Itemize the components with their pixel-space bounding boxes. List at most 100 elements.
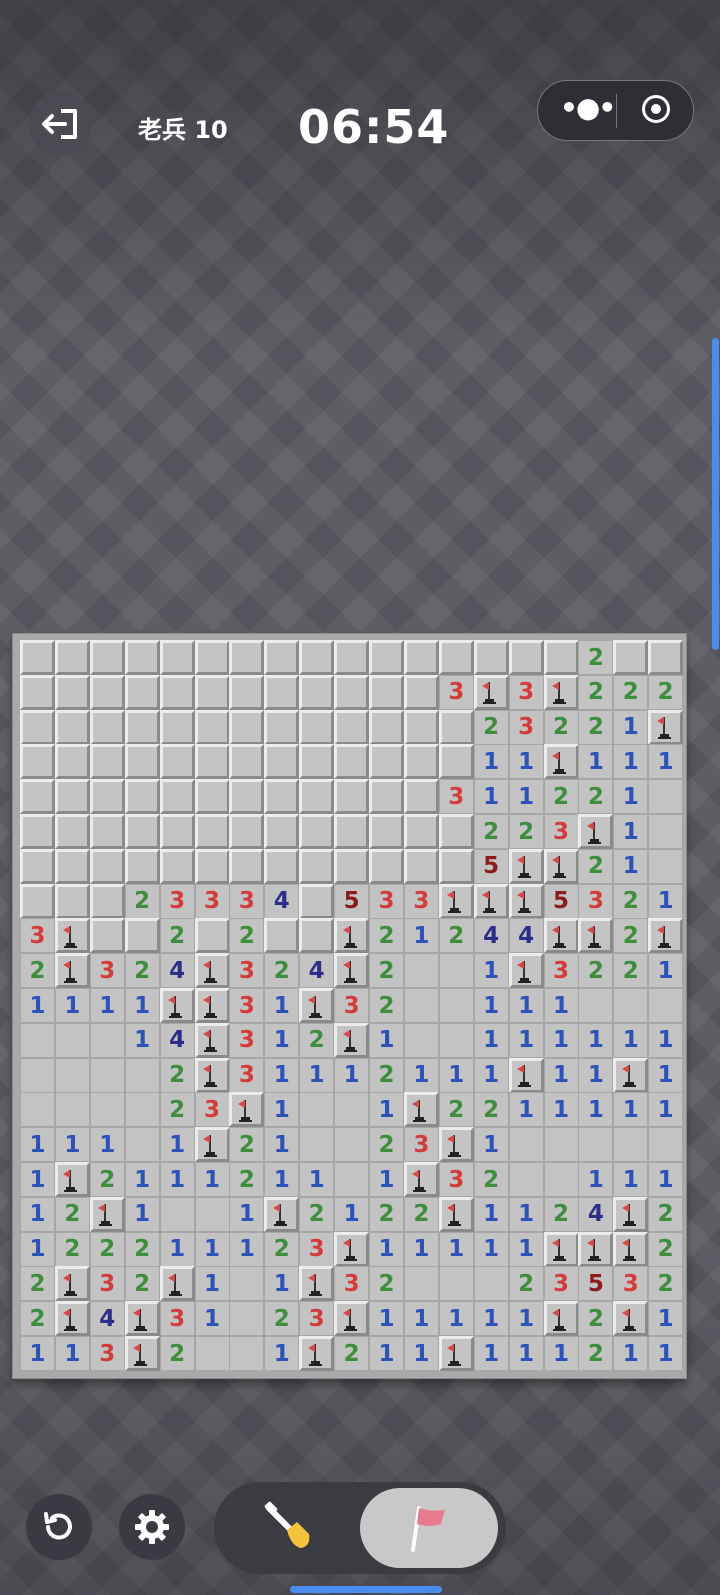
number-cell[interactable]: 2 <box>438 918 474 954</box>
flagged-cell[interactable] <box>543 918 579 954</box>
restart-button[interactable] <box>26 1494 92 1560</box>
empty-cell[interactable] <box>648 848 684 884</box>
number-cell[interactable]: 5 <box>543 883 579 919</box>
number-cell[interactable]: 1 <box>20 1196 55 1232</box>
hidden-cell[interactable] <box>403 848 439 884</box>
number-cell[interactable]: 3 <box>299 1301 335 1337</box>
number-cell[interactable]: 3 <box>89 1336 125 1371</box>
number-cell[interactable]: 1 <box>473 1231 509 1267</box>
number-cell[interactable]: 3 <box>194 883 230 919</box>
empty-cell[interactable] <box>508 1162 544 1197</box>
number-cell[interactable]: 1 <box>648 953 684 989</box>
number-cell[interactable]: 2 <box>159 1057 195 1093</box>
flagged-cell[interactable] <box>613 1231 649 1267</box>
flagged-cell[interactable] <box>194 1127 230 1163</box>
hidden-cell[interactable] <box>194 640 230 675</box>
empty-cell[interactable] <box>124 1057 160 1093</box>
number-cell[interactable]: 1 <box>543 1022 579 1058</box>
number-cell[interactable]: 2 <box>299 1196 335 1232</box>
hidden-cell[interactable] <box>20 709 55 745</box>
hidden-cell[interactable] <box>613 640 649 675</box>
hidden-cell[interactable] <box>403 709 439 745</box>
number-cell[interactable]: 2 <box>20 1301 55 1337</box>
number-cell[interactable]: 2 <box>403 1196 439 1232</box>
number-cell[interactable]: 2 <box>264 1301 300 1337</box>
number-cell[interactable]: 1 <box>264 1266 300 1302</box>
number-cell[interactable]: 2 <box>159 918 195 954</box>
number-cell[interactable]: 1 <box>264 1336 300 1371</box>
number-cell[interactable]: 1 <box>543 988 579 1023</box>
number-cell[interactable]: 1 <box>264 988 300 1023</box>
number-cell[interactable]: 1 <box>578 1057 614 1093</box>
number-cell[interactable]: 3 <box>89 953 125 989</box>
hidden-cell[interactable] <box>124 814 160 849</box>
empty-cell[interactable] <box>54 1057 90 1093</box>
number-cell[interactable]: 1 <box>473 1196 509 1232</box>
empty-cell[interactable] <box>299 1127 335 1163</box>
number-cell[interactable]: 1 <box>508 1022 544 1058</box>
flagged-cell[interactable] <box>194 1057 230 1093</box>
number-cell[interactable]: 1 <box>229 1196 265 1232</box>
number-cell[interactable]: 2 <box>578 1336 614 1371</box>
flagged-cell[interactable] <box>299 1336 335 1371</box>
number-cell[interactable]: 4 <box>473 918 509 954</box>
number-cell[interactable]: 2 <box>369 1057 404 1093</box>
empty-cell[interactable] <box>578 1127 614 1163</box>
number-cell[interactable]: 2 <box>229 1127 265 1163</box>
flagged-cell[interactable] <box>578 1231 614 1267</box>
hidden-cell[interactable] <box>299 883 335 919</box>
hidden-cell[interactable] <box>334 779 370 815</box>
flagged-cell[interactable] <box>334 918 370 954</box>
empty-cell[interactable] <box>648 814 684 849</box>
hidden-cell[interactable] <box>194 674 230 710</box>
number-cell[interactable]: 2 <box>648 1231 684 1267</box>
hidden-cell[interactable] <box>299 779 335 815</box>
number-cell[interactable]: 1 <box>613 709 649 745</box>
number-cell[interactable]: 1 <box>264 1022 300 1058</box>
number-cell[interactable]: 2 <box>264 1231 300 1267</box>
number-cell[interactable]: 2 <box>613 918 649 954</box>
number-cell[interactable]: 1 <box>159 1231 195 1267</box>
flagged-cell[interactable] <box>159 988 195 1023</box>
flagged-cell[interactable] <box>543 1231 579 1267</box>
number-cell[interactable]: 1 <box>473 1301 509 1337</box>
hidden-cell[interactable] <box>229 674 265 710</box>
flagged-cell[interactable] <box>508 883 544 919</box>
minefield-grid[interactable]: 2332222322111111311221223152123334533532… <box>20 640 684 1371</box>
number-cell[interactable]: 1 <box>89 988 125 1023</box>
hidden-cell[interactable] <box>229 709 265 745</box>
hidden-cell[interactable] <box>54 744 90 780</box>
number-cell[interactable]: 3 <box>508 709 544 745</box>
empty-cell[interactable] <box>508 1127 544 1163</box>
number-cell[interactable]: 1 <box>89 1127 125 1163</box>
number-cell[interactable]: 2 <box>473 1092 509 1128</box>
hidden-cell[interactable] <box>89 883 125 919</box>
number-cell[interactable]: 3 <box>543 814 579 849</box>
number-cell[interactable]: 2 <box>578 953 614 989</box>
flagged-cell[interactable] <box>648 918 684 954</box>
empty-cell[interactable] <box>194 1336 230 1371</box>
flagged-cell[interactable] <box>334 1022 370 1058</box>
close-target-icon[interactable] <box>642 95 670 123</box>
flagged-cell[interactable] <box>438 1336 474 1371</box>
hidden-cell[interactable] <box>264 640 300 675</box>
hidden-cell[interactable] <box>438 814 474 849</box>
hidden-cell[interactable] <box>229 848 265 884</box>
number-cell[interactable]: 2 <box>20 1266 55 1302</box>
empty-cell[interactable] <box>334 1162 370 1197</box>
number-cell[interactable]: 2 <box>159 1092 195 1128</box>
flagged-cell[interactable] <box>578 814 614 849</box>
number-cell[interactable]: 2 <box>89 1162 125 1197</box>
flagged-cell[interactable] <box>508 1057 544 1093</box>
number-cell[interactable]: 3 <box>613 1266 649 1302</box>
hidden-cell[interactable] <box>89 674 125 710</box>
number-cell[interactable]: 3 <box>229 883 265 919</box>
number-cell[interactable]: 2 <box>613 953 649 989</box>
number-cell[interactable]: 3 <box>229 953 265 989</box>
hidden-cell[interactable] <box>299 640 335 675</box>
number-cell[interactable]: 1 <box>508 744 544 780</box>
number-cell[interactable]: 1 <box>648 1162 684 1197</box>
hidden-cell[interactable] <box>264 709 300 745</box>
number-cell[interactable]: 1 <box>369 1301 404 1337</box>
number-cell[interactable]: 1 <box>299 1057 335 1093</box>
